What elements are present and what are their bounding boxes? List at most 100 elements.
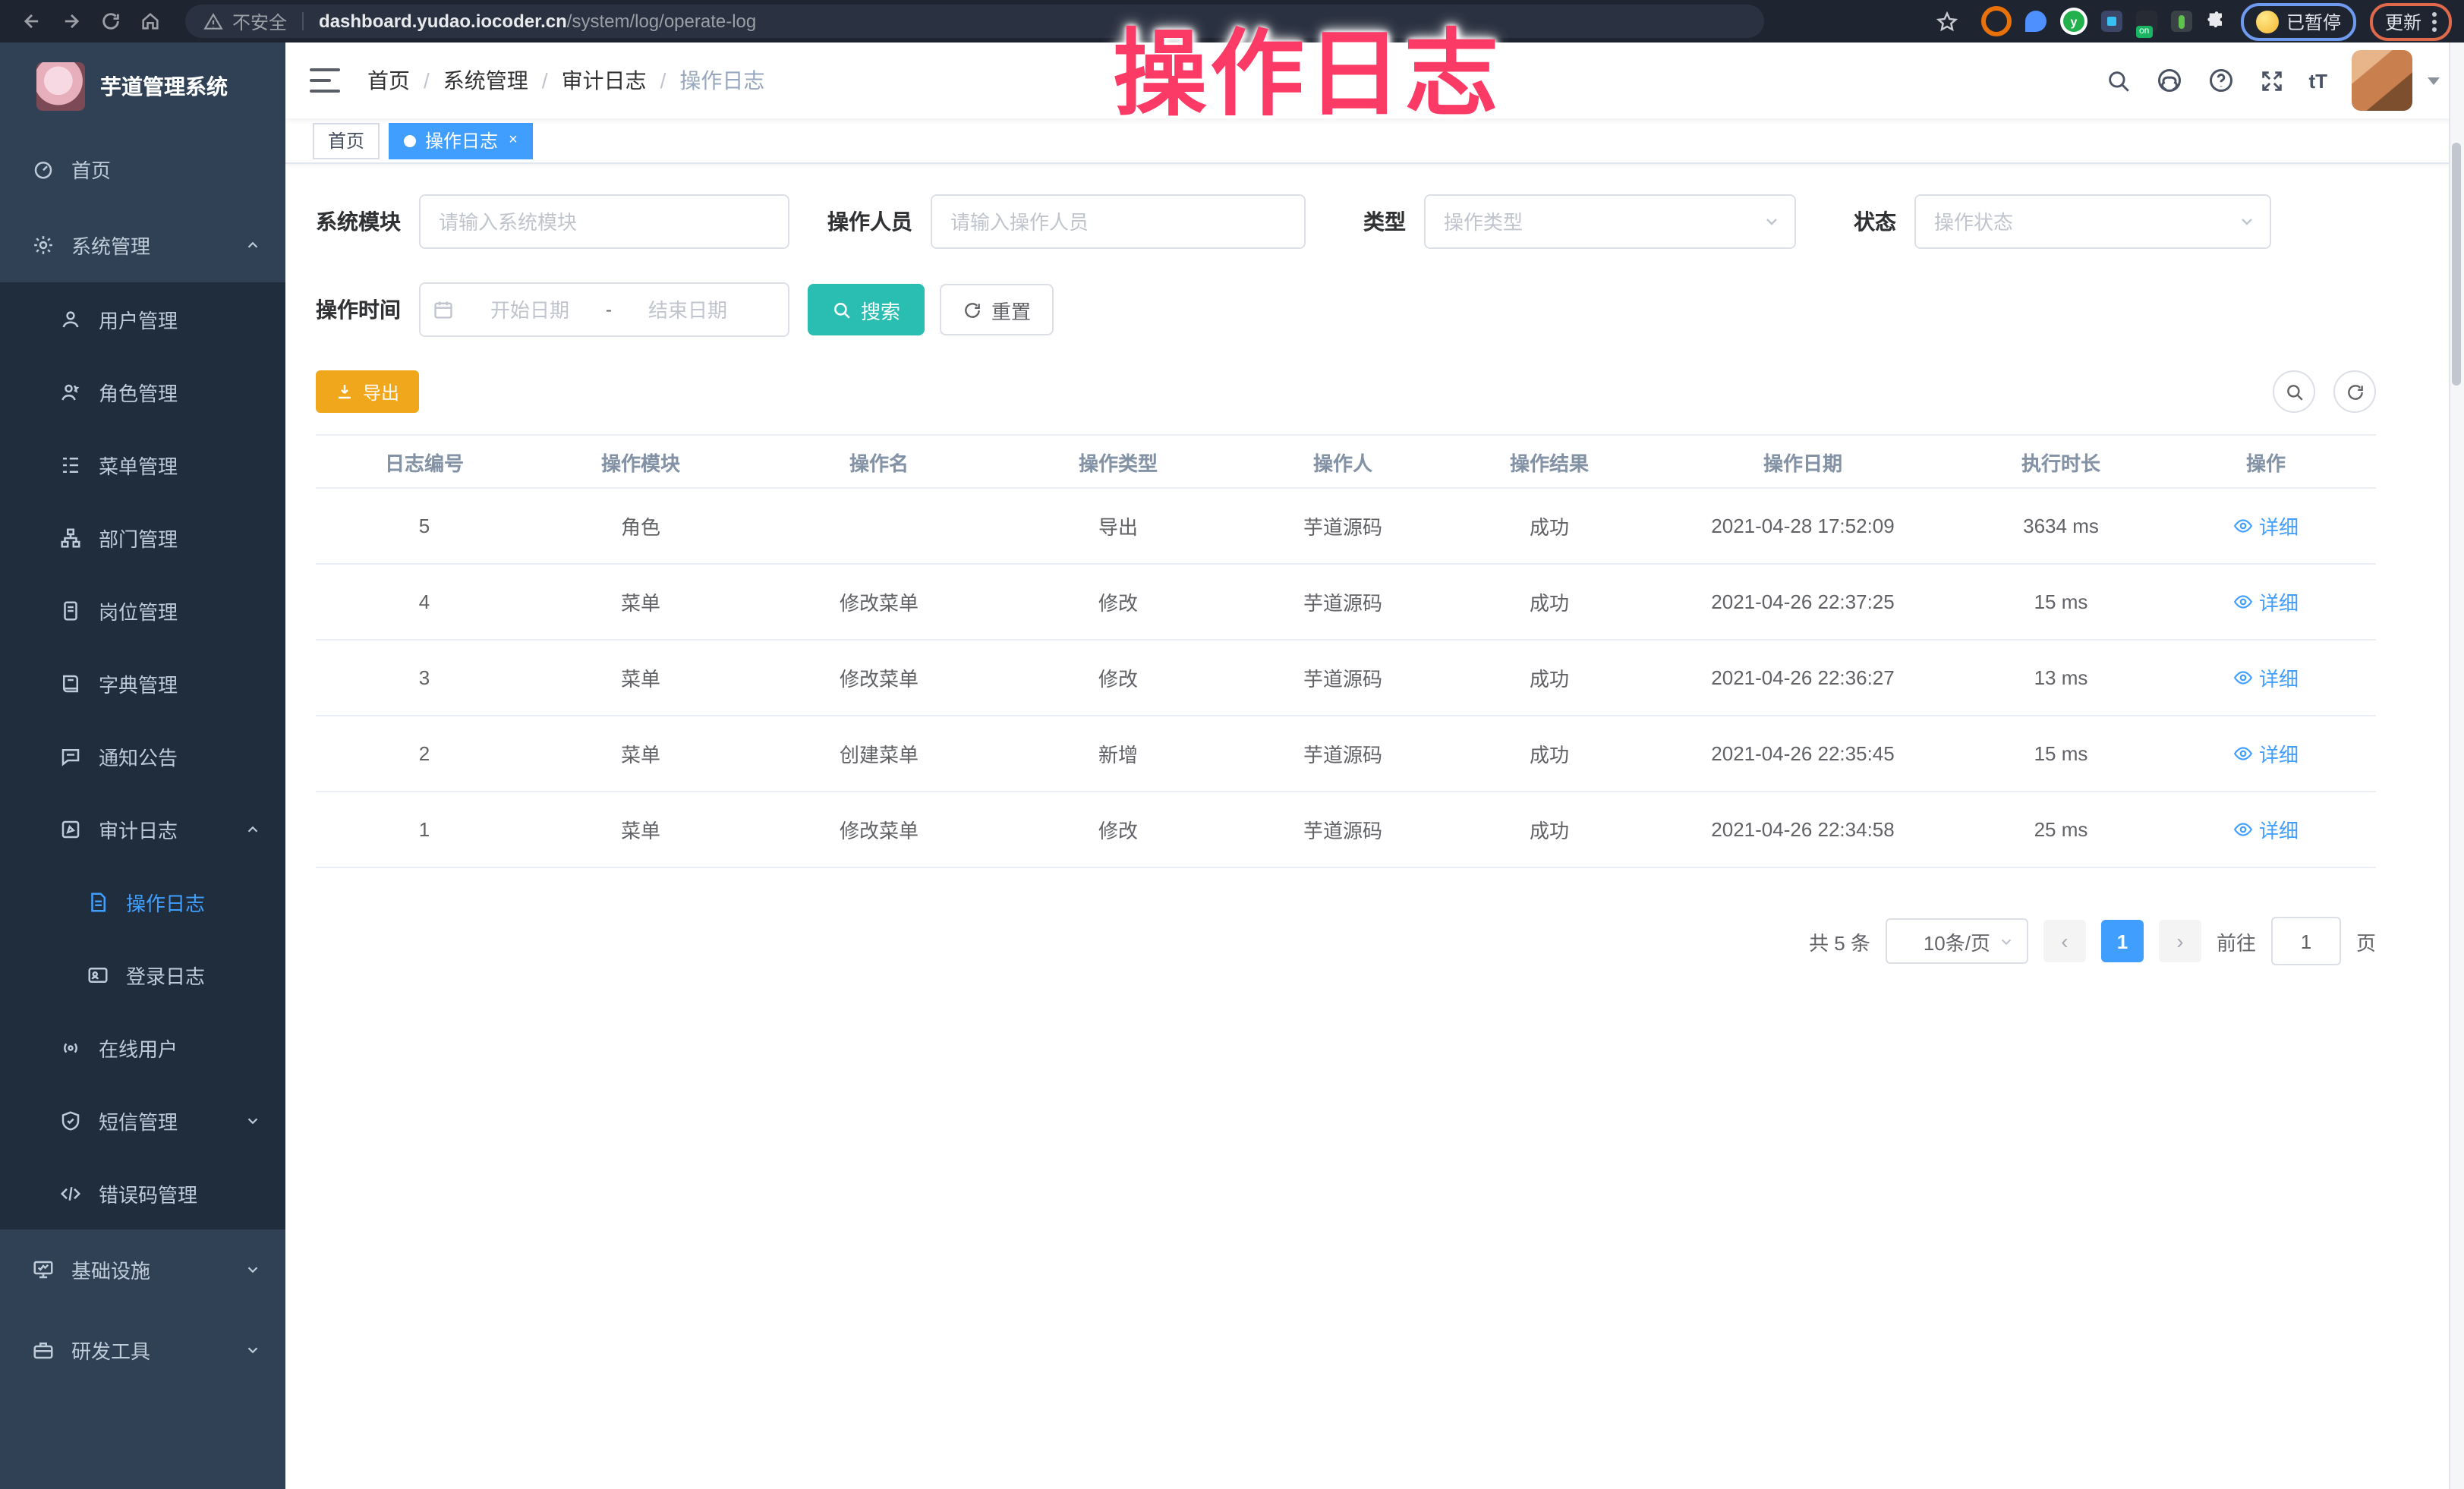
browser-menu-icon[interactable]	[2432, 11, 2437, 31]
breadcrumb-item[interactable]: 系统管理	[443, 65, 528, 96]
tag-operate-log[interactable]: 操作日志 ×	[389, 122, 533, 159]
date-range-picker[interactable]: -	[419, 282, 789, 337]
search-icon[interactable]	[2105, 68, 2131, 93]
extension-icon[interactable]	[2171, 11, 2192, 32]
sidebar-item-online-users[interactable]: 在线用户	[0, 1011, 285, 1084]
eye-icon	[2233, 516, 2253, 536]
breadcrumb-item[interactable]: 审计日志	[562, 65, 647, 96]
download-icon	[336, 382, 354, 401]
code-icon	[58, 1181, 82, 1205]
status-select[interactable]	[1914, 194, 2271, 249]
cell-duration: 3634 ms	[1966, 488, 2156, 564]
sidebar-item-users[interactable]: 用户管理	[0, 282, 285, 355]
page-scrollbar[interactable]	[2449, 42, 2464, 1489]
sidebar-item-home[interactable]: 首页	[0, 131, 285, 206]
puzzle-extensions-icon[interactable]	[2206, 11, 2227, 32]
extension-icon[interactable]: y	[2060, 8, 2087, 35]
help-icon[interactable]	[2207, 67, 2234, 94]
operator-input[interactable]	[931, 194, 1306, 249]
cell-name	[748, 488, 1010, 564]
sidebar-item-posts[interactable]: 岗位管理	[0, 574, 285, 647]
tag-home[interactable]: 首页	[313, 122, 380, 159]
table-toolbar: 导出	[316, 370, 2376, 413]
breadcrumb-separator: /	[660, 68, 666, 93]
sidebar-item-system[interactable]: 系统管理	[0, 206, 285, 282]
search-button[interactable]: 搜索	[808, 284, 925, 335]
sidebar-item-operate-log[interactable]: 操作日志	[0, 865, 285, 938]
column-header: 操作名	[748, 435, 1010, 488]
user-avatar[interactable]	[2352, 50, 2412, 111]
start-date-input[interactable]	[460, 297, 600, 323]
github-icon[interactable]	[2155, 67, 2182, 94]
sidebar-item-dev-tools[interactable]: 研发工具	[0, 1310, 285, 1390]
sidebar-toggle-icon[interactable]	[310, 68, 340, 93]
app-logo-row[interactable]: 芋道管理系统	[0, 42, 285, 131]
type-select-input[interactable]	[1424, 194, 1796, 249]
end-date-input[interactable]	[618, 297, 758, 323]
sidebar-item-menus[interactable]: 菜单管理	[0, 428, 285, 501]
detail-link[interactable]: 详细	[2233, 815, 2299, 844]
sidebar-item-error-codes[interactable]: 错误码管理	[0, 1157, 285, 1229]
app-title: 芋道管理系统	[100, 71, 228, 102]
extension-icon[interactable]: on	[2136, 11, 2157, 32]
avatar-caret-down-icon[interactable]	[2428, 77, 2440, 84]
extension-icon[interactable]	[2025, 11, 2047, 32]
home-icon[interactable]	[135, 6, 165, 36]
export-button[interactable]: 导出	[316, 370, 419, 413]
cell-log-id: 4	[316, 564, 533, 640]
sidebar-item-notice[interactable]: 通知公告	[0, 719, 285, 792]
sidebar-item-roles[interactable]: 角色管理	[0, 355, 285, 428]
prev-page-button[interactable]: ‹	[2043, 920, 2086, 962]
id-card-icon	[85, 962, 109, 987]
pagination-total: 共 5 条	[1809, 927, 1870, 955]
omnibox-divider	[302, 12, 304, 30]
type-select[interactable]	[1424, 194, 1796, 249]
sidebar-item-audit-log[interactable]: 审计日志	[0, 792, 285, 865]
goto-page-input[interactable]	[2271, 917, 2341, 965]
current-page-button[interactable]: 1	[2101, 920, 2144, 962]
reload-icon[interactable]	[96, 6, 126, 36]
detail-link[interactable]: 详细	[2233, 512, 2299, 540]
module-input[interactable]	[419, 194, 789, 249]
sidebar-item-login-log[interactable]: 登录日志	[0, 938, 285, 1011]
browser-extensions-area: y on 已暂停 更新	[1928, 2, 2452, 40]
reset-button[interactable]: 重置	[940, 284, 1054, 335]
sidebar-item-dict[interactable]: 字典管理	[0, 647, 285, 719]
font-size-icon[interactable]: tT	[2308, 69, 2327, 92]
sidebar-item-infrastructure[interactable]: 基础设施	[0, 1229, 285, 1310]
extension-icon[interactable]	[1981, 6, 2012, 36]
sidebar-item-departments[interactable]: 部门管理	[0, 501, 285, 574]
refresh-table-button[interactable]	[2333, 370, 2376, 413]
type-label: 类型	[1363, 206, 1424, 237]
scrollbar-thumb[interactable]	[2452, 143, 2461, 386]
close-icon[interactable]: ×	[509, 133, 518, 148]
page-size-select[interactable]: 10条/页	[1886, 918, 2028, 964]
column-header: 操作模块	[533, 435, 748, 488]
sidebar-item-label: 岗位管理	[99, 596, 178, 625]
cell-module: 菜单	[533, 792, 748, 867]
profile-chip[interactable]: 已暂停	[2241, 2, 2356, 40]
fullscreen-icon[interactable]	[2258, 68, 2284, 93]
address-bar[interactable]: 不安全 dashboard.yudao.iocoder.cn/system/lo…	[185, 5, 1764, 38]
forward-icon[interactable]	[56, 6, 87, 36]
sidebar-item-sms[interactable]: 短信管理	[0, 1084, 285, 1157]
cell-type: 修改	[1010, 792, 1227, 867]
range-separator: -	[606, 299, 612, 320]
breadcrumb-item[interactable]: 首页	[367, 65, 410, 96]
extension-icon[interactable]	[2101, 11, 2122, 32]
bookmark-star-icon[interactable]	[1933, 6, 1963, 36]
status-select-input[interactable]	[1914, 194, 2271, 249]
detail-link[interactable]: 详细	[2233, 587, 2299, 616]
toggle-search-button[interactable]	[2273, 370, 2315, 413]
back-icon[interactable]	[17, 6, 47, 36]
book-icon	[58, 671, 82, 695]
detail-link[interactable]: 详细	[2233, 663, 2299, 692]
update-button[interactable]: 更新	[2370, 2, 2452, 40]
org-tree-icon	[58, 525, 82, 549]
sidebar-item-label: 首页	[71, 154, 111, 183]
table-row: 1 菜单 修改菜单 修改 芋道源码 成功 2021-04-26 22:34:58…	[316, 792, 2376, 867]
next-page-button[interactable]: ›	[2159, 920, 2201, 962]
chevron-down-icon	[244, 1261, 261, 1278]
detail-link[interactable]: 详细	[2233, 739, 2299, 768]
eye-icon	[2233, 592, 2253, 612]
